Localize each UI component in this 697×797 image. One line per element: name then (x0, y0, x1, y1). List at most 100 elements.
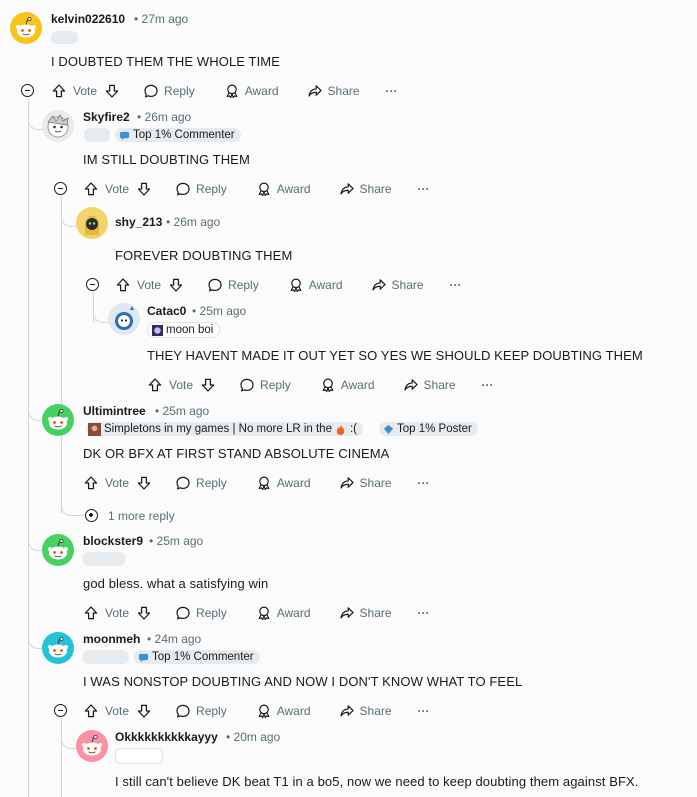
upvote-icon (115, 277, 131, 293)
collapse-thread-button[interactable] (54, 182, 67, 195)
reply-button[interactable]: Reply (239, 377, 291, 393)
share-icon (339, 475, 355, 491)
reply-icon (175, 703, 191, 719)
comment-username[interactable]: moonmeh (83, 632, 140, 646)
share-button[interactable]: Share (339, 605, 392, 621)
more-options-button[interactable]: ··· (418, 704, 430, 718)
upvote-icon (83, 605, 99, 621)
share-button[interactable]: Share (403, 377, 456, 393)
upvote-button[interactable] (83, 703, 99, 719)
share-icon (371, 277, 387, 293)
downvote-button[interactable] (136, 703, 152, 719)
comment-actions: Vote Reply Award Share ··· (51, 81, 398, 101)
award-icon (256, 181, 272, 197)
thread-hook (28, 526, 43, 551)
award-button[interactable]: Award (224, 83, 279, 99)
vote-label: Vote (105, 476, 130, 490)
top-commenter-badge: Top 1% Commenter (134, 650, 260, 664)
avatar[interactable] (10, 12, 42, 44)
comment-username[interactable]: blockster9 (83, 534, 143, 548)
comment-body: I DOUBTED THEM THE WHOLE TIME (51, 54, 280, 69)
share-icon (339, 605, 355, 621)
upvote-button[interactable] (83, 181, 99, 197)
award-button[interactable]: Award (256, 703, 311, 719)
commenter-badge-icon (119, 131, 130, 140)
downvote-button[interactable] (136, 181, 152, 197)
award-icon (288, 277, 304, 293)
portrait-flair-icon (88, 422, 101, 436)
avatar[interactable] (76, 730, 108, 762)
snoo-avatar-icon (42, 534, 74, 566)
award-icon (224, 83, 240, 99)
downvote-button[interactable] (136, 475, 152, 491)
share-button[interactable]: Share (371, 277, 424, 293)
downvote-button[interactable] (200, 377, 216, 393)
award-button[interactable]: Award (256, 605, 311, 621)
avatar[interactable] (76, 207, 108, 239)
comment-body: god bless. what a satisfying win (83, 576, 269, 591)
comment-username[interactable]: Catac0 (147, 304, 186, 318)
comment-actions: Vote Reply Award Share ··· (83, 179, 430, 199)
comment-body: I still can't believe DK beat T1 in a bo… (115, 774, 639, 789)
comment-body: I WAS NONSTOP DOUBTING AND NOW I DON'T K… (83, 674, 523, 689)
downvote-icon (136, 605, 152, 621)
share-button[interactable]: Share (339, 475, 392, 491)
award-button[interactable]: Award (256, 181, 311, 197)
collapse-thread-button[interactable] (21, 84, 34, 97)
more-options-button[interactable]: ··· (450, 278, 462, 292)
downvote-icon (104, 83, 120, 99)
upvote-button[interactable] (115, 277, 131, 293)
collapse-thread-button[interactable] (54, 704, 67, 717)
award-button[interactable]: Award (288, 277, 343, 293)
avatar[interactable] (108, 303, 140, 335)
moon-flair-icon (152, 324, 163, 336)
avatar[interactable] (42, 534, 74, 566)
avatar[interactable] (42, 110, 74, 142)
reply-icon (175, 475, 191, 491)
more-options-button[interactable]: ··· (418, 182, 430, 196)
comment-username[interactable]: Skyfire2 (83, 110, 130, 124)
comment-username[interactable]: Ultimintree (83, 404, 146, 418)
reply-button[interactable]: Reply (143, 83, 195, 99)
upvote-button[interactable] (147, 377, 163, 393)
comment-body: DK OR BFX AT FIRST STAND ABSOLUTE CINEMA (83, 446, 390, 461)
reply-button[interactable]: Reply (175, 703, 227, 719)
character-avatar-icon (47, 114, 69, 138)
more-options-button[interactable]: ··· (482, 378, 494, 392)
collapse-thread-button[interactable] (86, 278, 99, 291)
reply-button[interactable]: Reply (175, 181, 227, 197)
more-options-button[interactable]: ··· (418, 606, 430, 620)
avatar[interactable] (42, 632, 74, 664)
reply-button[interactable]: Reply (175, 605, 227, 621)
share-button[interactable]: Share (307, 83, 360, 99)
reply-button[interactable]: Reply (175, 475, 227, 491)
share-button[interactable]: Share (339, 703, 392, 719)
more-replies-link[interactable]: 1 more reply (108, 509, 175, 523)
downvote-button[interactable] (104, 83, 120, 99)
upvote-button[interactable] (51, 83, 67, 99)
comment-body: IM STILL DOUBTING THEM (83, 152, 250, 167)
upvote-button[interactable] (83, 605, 99, 621)
award-button[interactable]: Award (256, 475, 311, 491)
reply-icon (175, 181, 191, 197)
more-options-button[interactable]: ··· (386, 84, 398, 98)
downvote-button[interactable] (168, 277, 184, 293)
share-button[interactable]: Share (339, 181, 392, 197)
poster-badge-icon (383, 424, 394, 434)
more-options-button[interactable]: ··· (418, 476, 430, 490)
comment-username[interactable]: Okkkkkkkkkkayyy (115, 730, 218, 744)
comment-body: FOREVER DOUBTING THEM (115, 248, 293, 263)
comment-timestamp: • 25m ago (149, 534, 204, 548)
avatar[interactable] (42, 404, 74, 436)
comment-username[interactable]: kelvin022610 (51, 12, 125, 26)
award-button[interactable]: Award (320, 377, 375, 393)
downvote-button[interactable] (136, 605, 152, 621)
comment-username[interactable]: shy_213 (115, 215, 162, 229)
comment-timestamp: • 25m ago (192, 304, 247, 318)
top-poster-badge: Top 1% Poster (379, 422, 478, 436)
commenter-badge-icon (138, 653, 149, 662)
upvote-button[interactable] (83, 475, 99, 491)
reply-button[interactable]: Reply (207, 277, 259, 293)
share-icon (403, 377, 419, 393)
expand-replies-button[interactable] (85, 509, 98, 522)
